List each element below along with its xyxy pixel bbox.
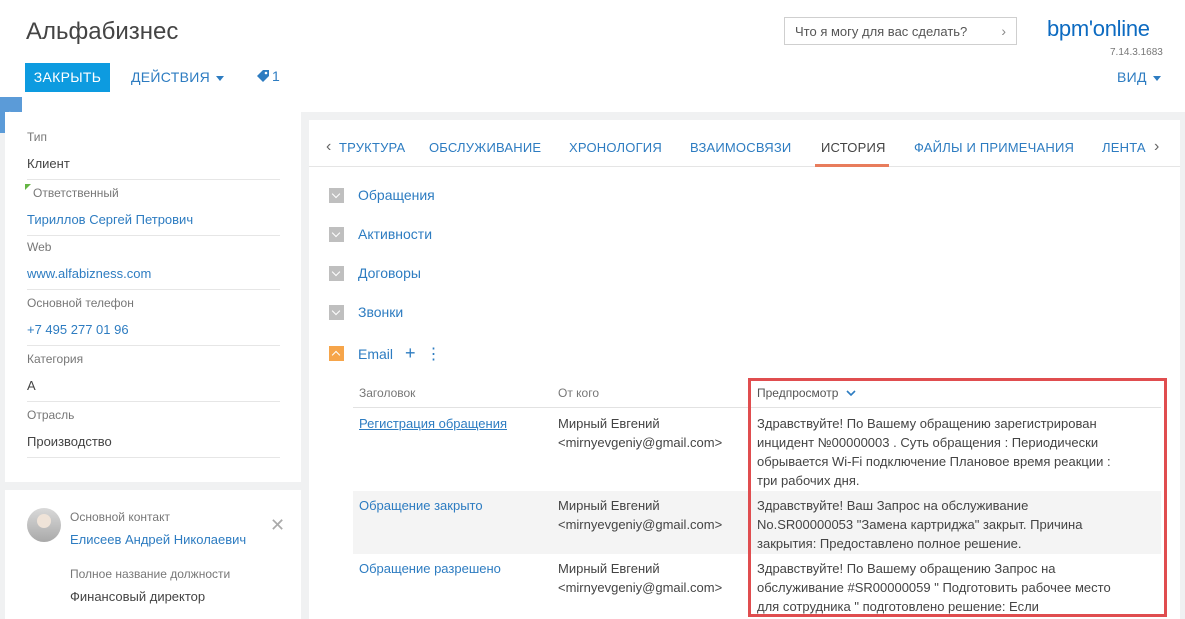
email-from-name: Мирный Евгений bbox=[558, 498, 660, 513]
field-label: Категория bbox=[27, 352, 84, 366]
avatar bbox=[27, 508, 61, 542]
field-label: Ответственный bbox=[33, 186, 119, 200]
field-owner: Ответственный Тириллов Сергей Петрович bbox=[25, 184, 280, 236]
version-label: 7.14.3.1683 bbox=[1110, 47, 1163, 58]
page-title: Альфабизнес bbox=[26, 18, 179, 45]
tab-feed[interactable]: ЛЕНТА bbox=[1102, 140, 1146, 155]
contact-panel: Основной контакт Елисеев Андрей Николаев… bbox=[5, 490, 301, 619]
preview-column-highlight bbox=[748, 378, 1167, 617]
tab-bar: ‹ ТРУКТУРА ОБСЛУЖИВАНИЕ ХРОНОЛОГИЯ ВЗАИМ… bbox=[309, 120, 1180, 167]
active-tab-indicator bbox=[815, 164, 889, 167]
command-search-input[interactable]: Что я могу для вас сделать? › bbox=[784, 17, 1017, 45]
chevron-down-icon bbox=[216, 75, 224, 81]
email-subject-link[interactable]: Обращение закрыто bbox=[359, 496, 483, 515]
email-from-address: <mirnyevgeniy@gmail.com> bbox=[558, 435, 723, 450]
field-label: Основной телефон bbox=[27, 296, 134, 310]
collapse-toggle-icon[interactable] bbox=[329, 187, 344, 203]
page-header: Альфабизнес ЗАКРЫТЬ ДЕЙСТВИЯ 1 Что я мог… bbox=[0, 0, 1185, 112]
field-value[interactable]: +7 495 277 01 96 bbox=[27, 322, 280, 346]
column-header-subject[interactable]: Заголовок bbox=[359, 386, 415, 400]
column-header-from[interactable]: От кого bbox=[558, 386, 599, 400]
email-subject-link[interactable]: Регистрация обращения bbox=[359, 414, 507, 433]
tab-files-notes[interactable]: ФАЙЛЫ И ПРИМЕЧАНИЯ bbox=[914, 140, 1074, 155]
collapse-toggle-icon[interactable] bbox=[329, 265, 344, 281]
group-title: Активности bbox=[358, 226, 433, 242]
group-title: Обращения bbox=[358, 187, 435, 203]
field-label: Web bbox=[27, 240, 52, 254]
tab-service[interactable]: ОБСЛУЖИВАНИЕ bbox=[429, 140, 541, 155]
group-title: Звонки bbox=[358, 304, 404, 320]
group-title: Email bbox=[358, 345, 394, 362]
expand-toggle-icon[interactable] bbox=[329, 346, 344, 361]
email-from-name: Мирный Евгений bbox=[558, 561, 660, 576]
email-from-address: <mirnyevgeniy@gmail.com> bbox=[558, 580, 723, 595]
collapse-toggle-icon[interactable] bbox=[329, 304, 344, 320]
field-value[interactable]: A bbox=[27, 378, 280, 402]
close-button[interactable]: ЗАКРЫТЬ bbox=[25, 63, 110, 92]
email-subject-link[interactable]: Обращение разрешено bbox=[359, 559, 501, 578]
field-label: Тип bbox=[27, 130, 48, 144]
field-value[interactable]: Производство bbox=[27, 434, 280, 458]
group-title: Договоры bbox=[358, 265, 421, 281]
chevron-right-icon[interactable]: › bbox=[1001, 23, 1006, 39]
view-button[interactable]: ВИД bbox=[1117, 69, 1161, 85]
details-panel: ‹ ТРУКТУРА ОБСЛУЖИВАНИЕ ХРОНОЛОГИЯ ВЗАИМ… bbox=[309, 120, 1180, 619]
collapse-toggle-icon[interactable] bbox=[329, 226, 344, 242]
group-email[interactable]: Email + ⋮ bbox=[329, 343, 442, 364]
field-web: Web www.alfabizness.com bbox=[27, 240, 280, 290]
field-value[interactable]: Тириллов Сергей Петрович bbox=[27, 212, 280, 236]
logo: bpm'online bbox=[1047, 16, 1150, 41]
field-value[interactable]: Клиент bbox=[27, 156, 280, 180]
close-icon[interactable]: ✕ bbox=[270, 515, 285, 536]
chevron-down-icon bbox=[1152, 75, 1161, 81]
actions-label: ДЕЙСТВИЯ bbox=[131, 69, 210, 85]
field-industry: Отрасль Производство bbox=[27, 408, 280, 458]
main-contact-label: Основной контакт bbox=[70, 510, 170, 524]
add-icon[interactable]: + bbox=[405, 343, 416, 364]
group-calls[interactable]: Звонки bbox=[329, 304, 403, 320]
search-placeholder: Что я могу для вас сделать? bbox=[795, 24, 968, 39]
tags-button[interactable]: 1 bbox=[256, 68, 280, 84]
group-contracts[interactable]: Договоры bbox=[329, 265, 421, 281]
profile-panel: Тип Клиент Ответственный Тириллов Сергей… bbox=[5, 112, 301, 482]
tab-connections[interactable]: ВЗАИМОСВЯЗИ bbox=[690, 140, 791, 155]
tab-structure[interactable]: ТРУКТУРА bbox=[339, 140, 405, 155]
field-value[interactable]: www.alfabizness.com bbox=[27, 266, 280, 290]
required-marker bbox=[25, 184, 31, 190]
field-type: Тип Клиент bbox=[27, 130, 280, 180]
chevron-right-icon[interactable]: › bbox=[1154, 138, 1159, 156]
more-options-icon[interactable]: ⋮ bbox=[426, 344, 442, 364]
tag-icon bbox=[257, 70, 269, 82]
actions-button[interactable]: ДЕЙСТВИЯ bbox=[131, 69, 224, 85]
main-contact-link[interactable]: Елисеев Андрей Николаевич bbox=[70, 532, 246, 547]
view-label: ВИД bbox=[1117, 69, 1147, 85]
tab-history[interactable]: ИСТОРИЯ bbox=[821, 140, 886, 155]
tag-count: 1 bbox=[272, 68, 280, 84]
group-activities[interactable]: Активности bbox=[329, 226, 432, 242]
tab-timeline[interactable]: ХРОНОЛОГИЯ bbox=[569, 140, 662, 155]
email-from-address: <mirnyevgeniy@gmail.com> bbox=[558, 517, 723, 532]
field-phone: Основной телефон +7 495 277 01 96 bbox=[27, 296, 280, 346]
field-category: Категория A bbox=[27, 352, 280, 402]
job-title-label: Полное название должности bbox=[70, 567, 231, 581]
group-cases[interactable]: Обращения bbox=[329, 187, 435, 203]
chevron-left-icon[interactable]: ‹ bbox=[326, 138, 331, 156]
job-title-value: Финансовый директор bbox=[70, 589, 206, 604]
field-label: Отрасль bbox=[27, 408, 75, 422]
email-from-name: Мирный Евгений bbox=[558, 416, 660, 431]
